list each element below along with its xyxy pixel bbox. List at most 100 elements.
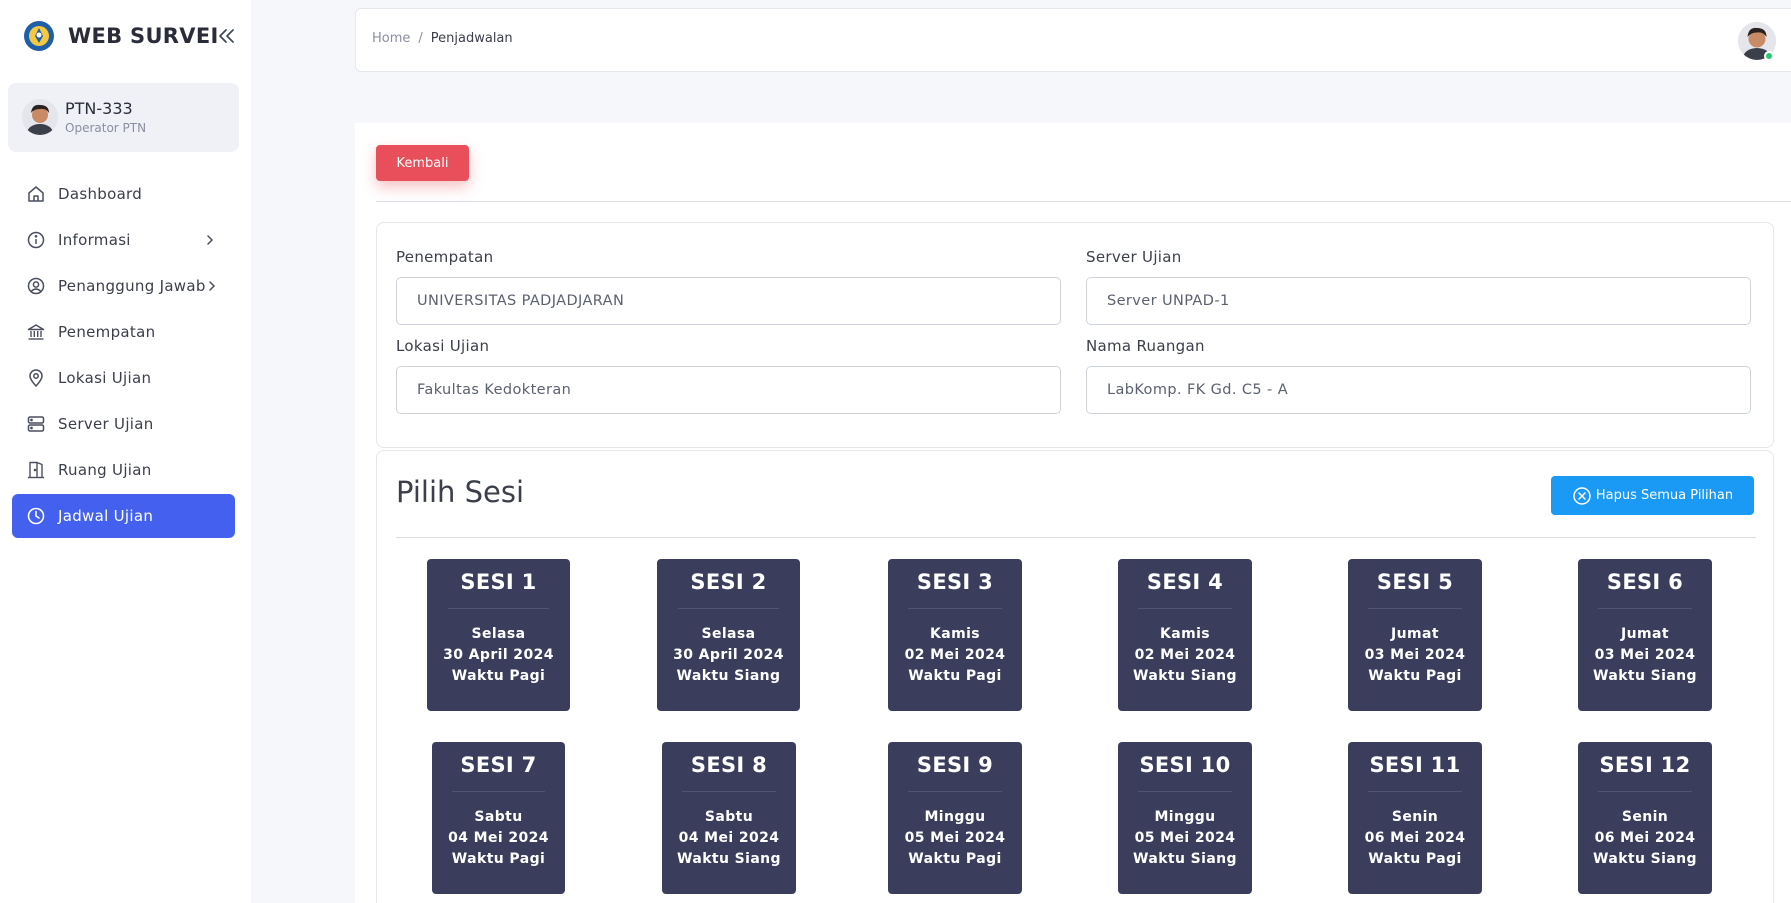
session-card-6[interactable]: SESI 6 Jumat 03 Mei 2024 Waktu Siang <box>1578 559 1712 711</box>
clock-icon <box>26 506 46 526</box>
session-date: 30 April 2024 <box>443 647 554 663</box>
session-card-8[interactable]: SESI 8 Sabtu 04 Mei 2024 Waktu Siang <box>662 742 796 894</box>
breadcrumb-home-link[interactable]: Home <box>372 31 410 46</box>
session-time: Waktu Pagi <box>451 851 546 867</box>
breadcrumb-current: Penjadwalan <box>430 31 513 46</box>
breadcrumb-separator: / <box>418 31 423 46</box>
placement-info-card: Penempatan Server Ujian Lokasi Ujian Nam… <box>376 222 1774 448</box>
sidebar-item-lokasi-ujian[interactable]: Lokasi Ujian <box>12 356 235 400</box>
sidebar-menu: Dashboard Informasi Penanggung Jawab Pen… <box>12 172 235 540</box>
session-card-2[interactable]: SESI 2 Selasa 30 April 2024 Waktu Siang <box>657 559 800 711</box>
session-date: 05 Mei 2024 <box>904 830 1006 846</box>
session-card-3[interactable]: SESI 3 Kamis 02 Mei 2024 Waktu Pagi <box>888 559 1022 711</box>
chevron-right-icon <box>203 232 217 248</box>
user-circle-icon <box>26 276 46 296</box>
lokasi-ujian-field[interactable] <box>396 366 1061 414</box>
session-divider <box>908 791 1002 792</box>
session-divider <box>1368 791 1462 792</box>
session-day: Minggu <box>924 809 986 825</box>
close-circle-icon <box>1572 486 1592 506</box>
divider <box>376 201 1791 202</box>
nama-ruangan-field[interactable] <box>1086 366 1751 414</box>
session-card-10[interactable]: SESI 10 Minggu 05 Mei 2024 Waktu Siang <box>1118 742 1252 894</box>
map-pin-icon <box>26 368 46 388</box>
session-name: SESI 6 <box>1606 570 1684 594</box>
session-day: Jumat <box>1621 626 1669 642</box>
session-column: SESI 6 Jumat 03 Mei 2024 Waktu Siang SES… <box>1546 559 1776 903</box>
session-column: SESI 1 Selasa 30 April 2024 Waktu Pagi S… <box>396 559 626 903</box>
session-card-11[interactable]: SESI 11 Senin 06 Mei 2024 Waktu Pagi <box>1348 742 1482 894</box>
session-name: SESI 5 <box>1376 570 1454 594</box>
nama-ruangan-label: Nama Ruangan <box>1086 337 1205 355</box>
sidebar-item-informasi[interactable]: Informasi <box>12 218 235 262</box>
session-day: Sabtu <box>474 809 523 825</box>
avatar <box>22 99 58 135</box>
session-card-4[interactable]: SESI 4 Kamis 02 Mei 2024 Waktu Siang <box>1118 559 1252 711</box>
server-ujian-field[interactable] <box>1086 277 1751 325</box>
session-divider <box>908 608 1002 609</box>
session-time: Waktu Pagi <box>451 668 546 684</box>
user-name: PTN-333 <box>65 99 133 118</box>
session-card-12[interactable]: SESI 12 Senin 06 Mei 2024 Waktu Siang <box>1578 742 1712 894</box>
session-time: Waktu Siang <box>1593 851 1697 867</box>
penempatan-field[interactable] <box>396 277 1061 325</box>
online-status-badge <box>1764 51 1774 61</box>
user-card[interactable]: PTN-333 Operator PTN <box>8 83 239 152</box>
session-time: Waktu Siang <box>677 851 781 867</box>
bank-icon <box>26 322 46 342</box>
session-name: SESI 1 <box>460 570 537 594</box>
sidebar-item-ruang-ujian[interactable]: Ruang Ujian <box>12 448 235 492</box>
session-picker-card: Pilih Sesi Hapus Semua Pilihan SESI 1 Se… <box>376 450 1774 903</box>
sidebar-item-label: Jadwal Ujian <box>58 507 154 525</box>
session-time: Waktu Pagi <box>908 851 1002 867</box>
sidebar-item-dashboard[interactable]: Dashboard <box>12 172 235 216</box>
session-divider <box>1598 608 1692 609</box>
penempatan-label: Penempatan <box>396 248 494 266</box>
session-day: Selasa <box>471 626 526 642</box>
session-divider <box>1138 608 1232 609</box>
session-time: Waktu Siang <box>1593 668 1697 684</box>
session-grid: SESI 1 Selasa 30 April 2024 Waktu Pagi S… <box>396 559 1756 903</box>
session-date: 06 Mei 2024 <box>1364 830 1466 846</box>
main-content: Kembali Penempatan Server Ujian Lokasi U… <box>355 123 1791 903</box>
session-day: Senin <box>1621 809 1669 825</box>
session-card-1[interactable]: SESI 1 Selasa 30 April 2024 Waktu Pagi <box>427 559 570 711</box>
clear-all-selections-button[interactable]: Hapus Semua Pilihan <box>1551 476 1754 515</box>
sidebar-item-server-ujian[interactable]: Server Ujian <box>12 402 235 446</box>
session-card-9[interactable]: SESI 9 Minggu 05 Mei 2024 Waktu Pagi <box>888 742 1022 894</box>
session-date: 03 Mei 2024 <box>1594 647 1696 663</box>
session-date: 30 April 2024 <box>673 647 784 663</box>
server-ujian-label: Server Ujian <box>1086 248 1182 266</box>
session-day: Senin <box>1391 809 1439 825</box>
session-day: Minggu <box>1154 809 1216 825</box>
session-day: Kamis <box>929 626 980 642</box>
collapse-sidebar-icon[interactable] <box>216 24 236 48</box>
session-date: 03 Mei 2024 <box>1364 647 1466 663</box>
sidebar-item-penempatan[interactable]: Penempatan <box>12 310 235 354</box>
sidebar-item-jadwal-ujian[interactable]: Jadwal Ujian <box>12 494 235 538</box>
session-date: 02 Mei 2024 <box>1134 647 1236 663</box>
session-time: Waktu Pagi <box>1368 851 1462 867</box>
session-name: SESI 12 <box>1599 753 1691 777</box>
session-name: SESI 8 <box>690 753 768 777</box>
tut-wuri-logo-icon <box>24 21 54 51</box>
session-card-7[interactable]: SESI 7 Sabtu 04 Mei 2024 Waktu Pagi <box>432 742 565 894</box>
back-button[interactable]: Kembali <box>376 145 469 181</box>
session-divider <box>448 608 549 609</box>
user-role: Operator PTN <box>65 121 147 135</box>
sidebar-item-penanggung-jawab[interactable]: Penanggung Jawab <box>12 264 235 308</box>
sidebar-item-label: Ruang Ujian <box>58 461 152 479</box>
brand[interactable]: WEB SURVEI <box>24 20 219 52</box>
session-time: Waktu Pagi <box>908 668 1002 684</box>
sidebar-item-label: Lokasi Ujian <box>58 369 152 387</box>
session-name: SESI 11 <box>1369 753 1461 777</box>
sidebar: WEB SURVEI PTN-333 Operator PTN Dashboar… <box>0 0 251 903</box>
session-date: 04 Mei 2024 <box>448 830 549 846</box>
session-time: Waktu Siang <box>1133 851 1237 867</box>
session-card-5[interactable]: SESI 5 Jumat 03 Mei 2024 Waktu Pagi <box>1348 559 1482 711</box>
session-date: 05 Mei 2024 <box>1134 830 1236 846</box>
top-header: Home / Penjadwalan <box>355 8 1791 72</box>
session-name: SESI 7 <box>460 753 537 777</box>
divider <box>396 537 1756 538</box>
session-day: Kamis <box>1159 626 1210 642</box>
